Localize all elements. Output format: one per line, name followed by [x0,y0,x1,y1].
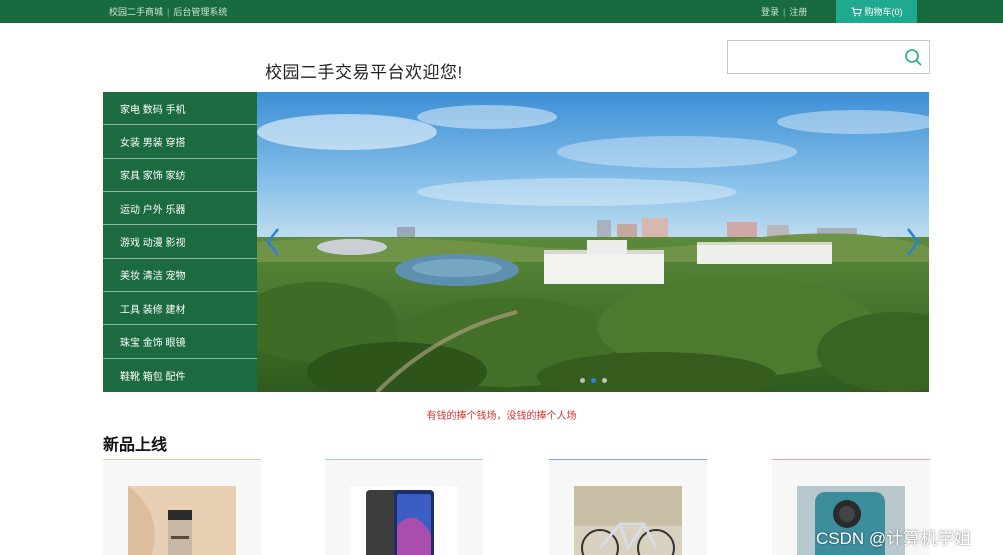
divider: | [783,7,786,17]
carousel-dot[interactable] [579,378,585,383]
chevron-left-icon [266,228,279,256]
category-item-furniture[interactable]: 家具 家饰 家纺 [103,159,257,192]
carousel-dot[interactable] [601,378,607,383]
cart-icon [851,7,862,16]
top-bar: 校园二手商城 | 后台管理系统 登录 | 注册 购物车(0) [0,0,1003,23]
divider: | [167,7,170,17]
chevron-right-icon [907,228,920,256]
product-card[interactable] [325,459,483,555]
category-item-jewelry[interactable]: 珠宝 金饰 眼镜 [103,325,257,359]
category-item-games[interactable]: 游戏 动漫 影视 [103,225,257,259]
product-card[interactable] [549,459,707,555]
login-link[interactable]: 登录 [761,7,779,17]
carousel-prev-button[interactable] [261,224,285,260]
site-name-link[interactable]: 校园二手商城 [109,7,163,17]
new-products-title: 新品上线 [103,437,168,454]
campus-aerial-image [257,92,929,392]
category-sidebar: 家电 数码 手机 女装 男装 穿搭 家具 家饰 家纺 运动 户外 乐器 游戏 动… [103,92,257,392]
category-item-shoes-bags[interactable]: 鞋靴 箱包 配件 [103,359,257,392]
auth-links: 登录 | 注册 [761,5,807,18]
welcome-title: 校园二手交易平台欢迎您! [265,63,463,82]
product-image-foundation[interactable] [128,486,236,555]
carousel-dots [257,378,929,383]
banner-carousel[interactable] [257,92,929,392]
register-link[interactable]: 注册 [789,7,807,17]
category-item-tools[interactable]: 工具 装修 建材 [103,292,257,326]
csdn-watermark: CSDN @计算机学姐 [816,529,972,548]
product-image-bicycle[interactable] [574,486,682,555]
search-button[interactable] [896,40,930,74]
admin-system-link[interactable]: 后台管理系统 [173,7,227,17]
carousel-next-button[interactable] [901,224,925,260]
cart-label: 购物车(0) [864,7,903,17]
category-item-beauty[interactable]: 美妆 清洁 宠物 [103,259,257,292]
product-card[interactable] [103,459,261,555]
search-icon [904,49,921,66]
category-item-sports[interactable]: 运动 户外 乐器 [103,192,257,226]
category-item-appliances[interactable]: 家电 数码 手机 [103,92,257,126]
cart-button[interactable]: 购物车(0) [836,0,917,23]
top-links: 校园二手商城 | 后台管理系统 [109,5,227,18]
product-image-phone[interactable] [350,486,458,555]
carousel-dot-active[interactable] [590,378,596,383]
bicycle-image [574,486,682,555]
search-input[interactable] [727,40,897,74]
category-item-clothing[interactable]: 女装 男装 穿搭 [103,125,257,159]
slogan-text: 有钱的捧个钱场，没钱的捧个人场 [426,411,577,422]
foundation-bottle-image [128,486,236,555]
smartphone-image [350,486,458,555]
